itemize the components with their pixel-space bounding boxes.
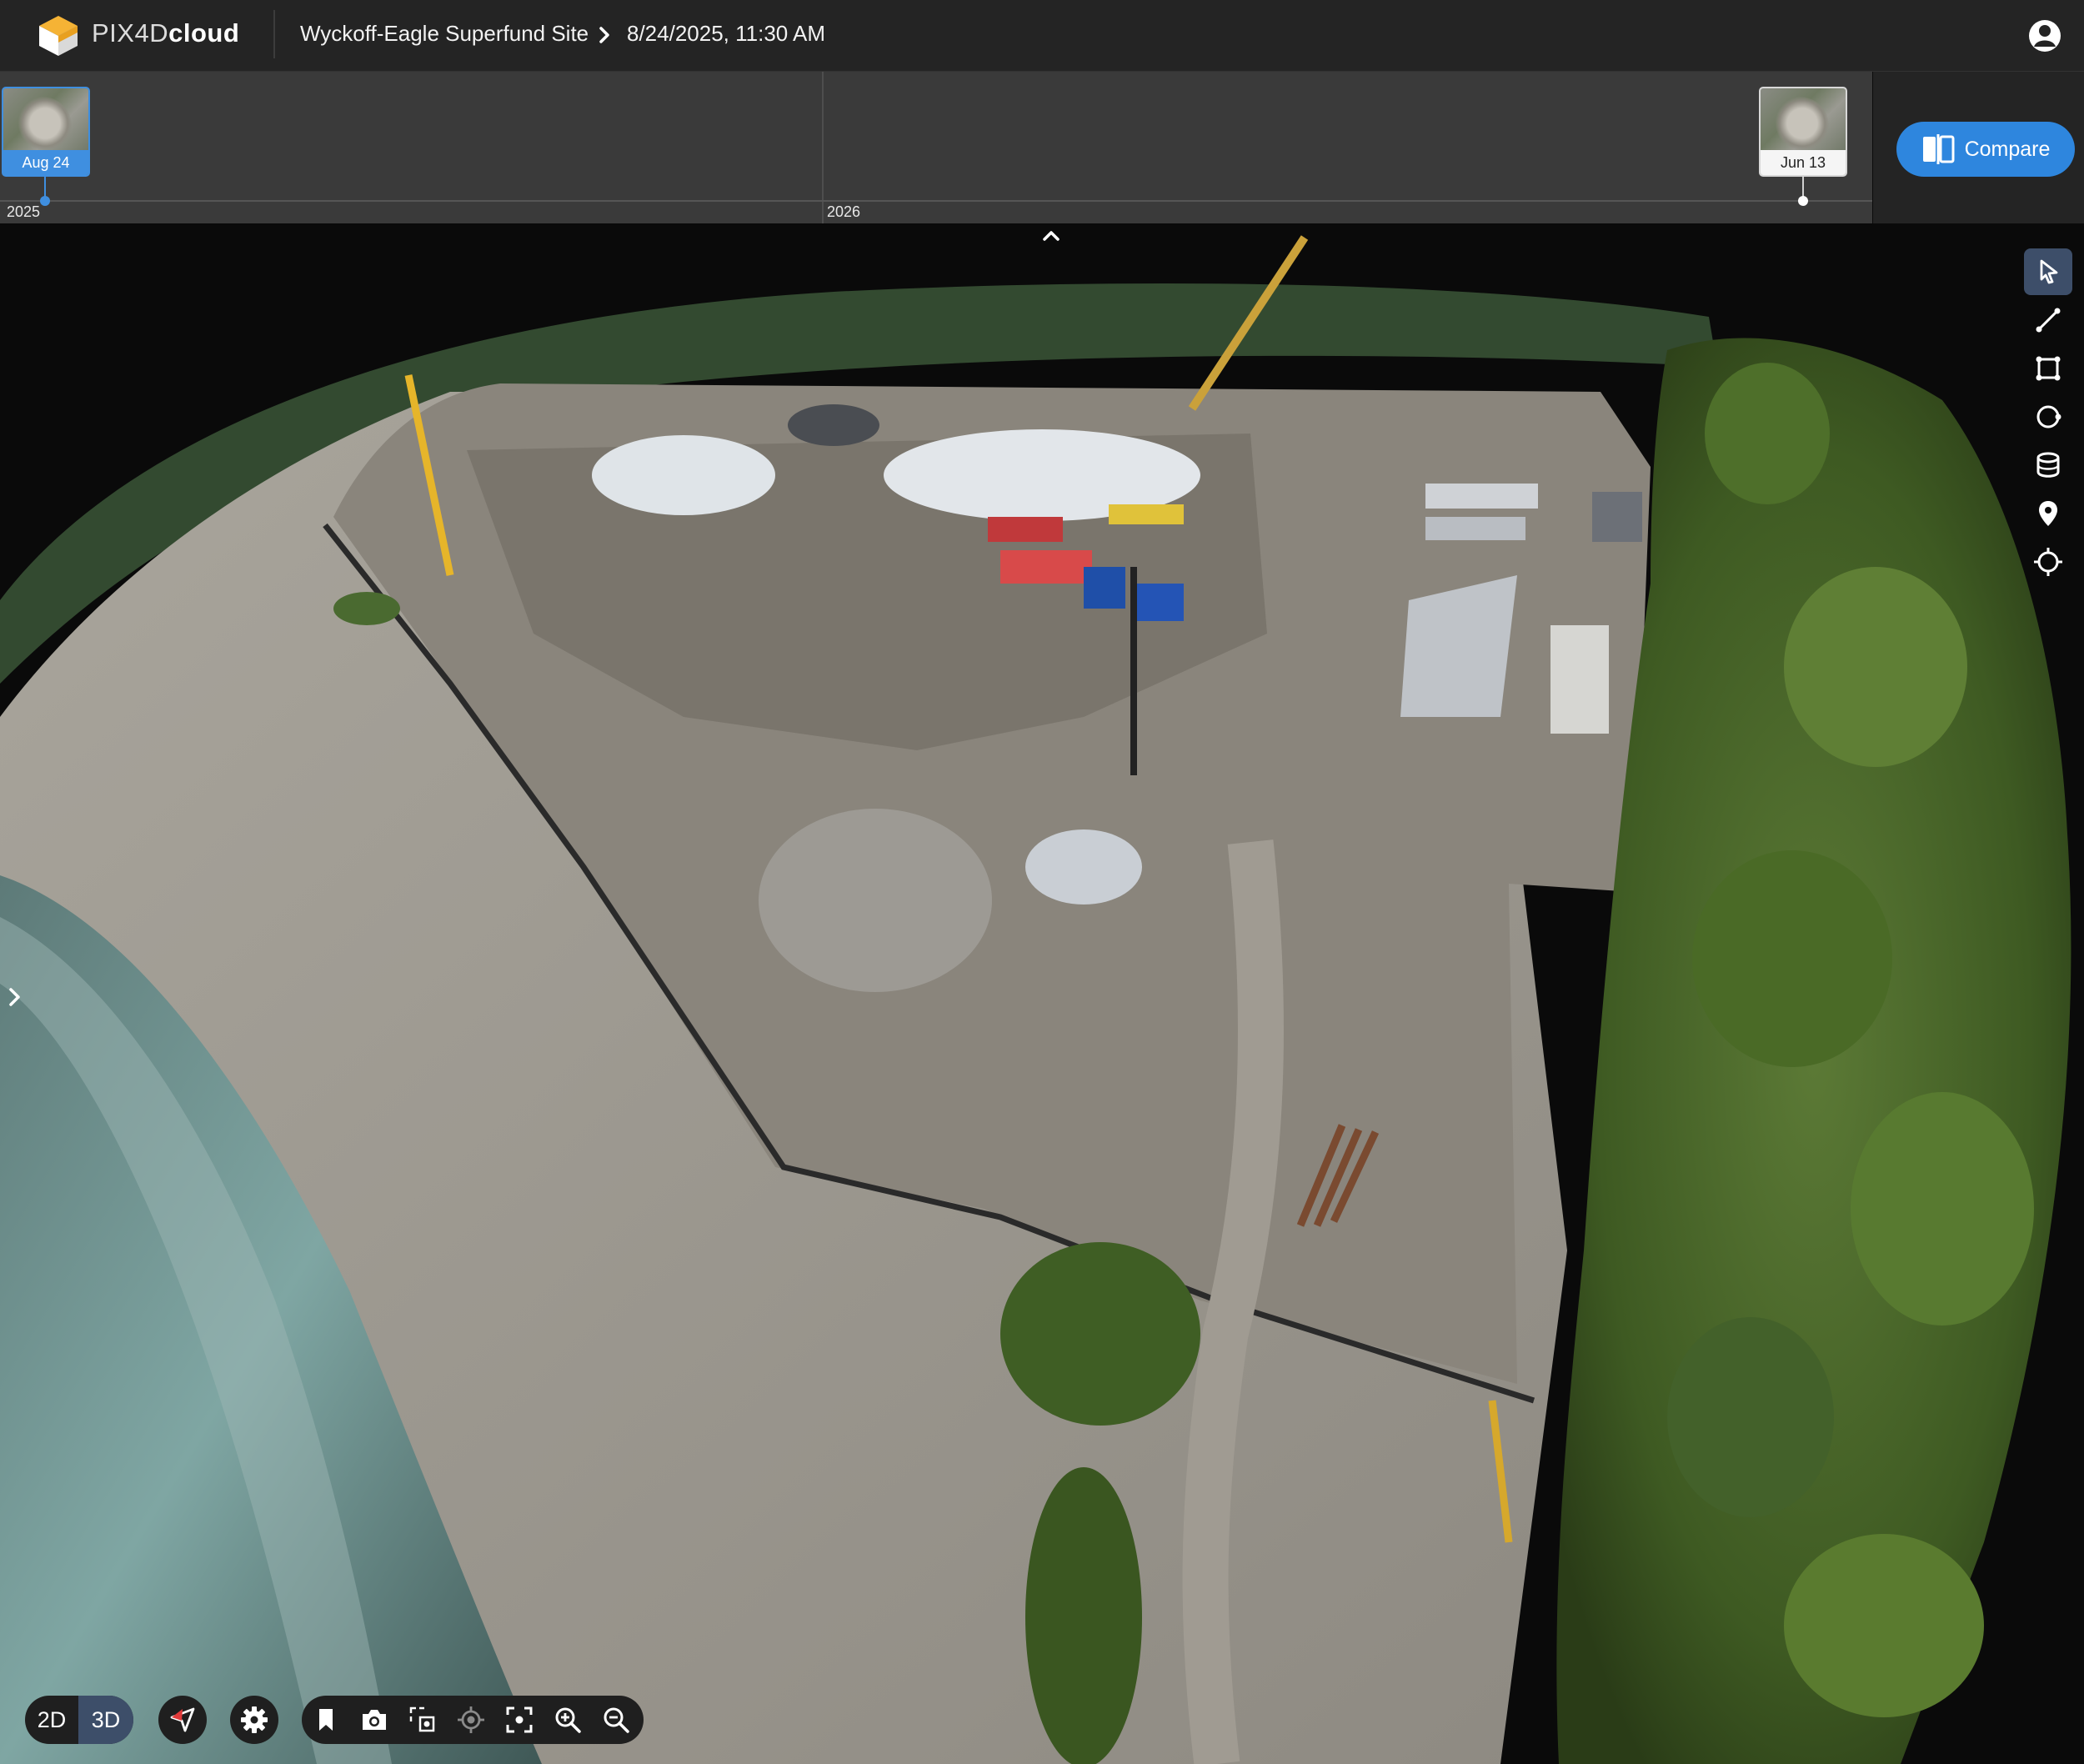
breadcrumb-project[interactable]: Wyckoff-Eagle Superfund Site — [300, 21, 589, 47]
expand-panel-icon[interactable] — [3, 984, 27, 1010]
capture-marker[interactable] — [1798, 196, 1808, 206]
polyline-icon — [2036, 308, 2061, 333]
view-2d-button[interactable]: 2D — [25, 1696, 78, 1744]
camera-icon — [363, 1710, 386, 1730]
select-tool[interactable] — [2024, 248, 2072, 295]
timeline-year-2026: 2026 — [827, 203, 861, 220]
polyline-tool[interactable] — [2024, 297, 2072, 343]
top-bar: PIX4Dcloud Wyckoff-Eagle Superfund Site … — [0, 0, 2084, 72]
locate-button[interactable] — [447, 1696, 495, 1744]
volume-tool[interactable] — [2024, 442, 2072, 489]
pix4d-logo-icon[interactable] — [38, 14, 79, 58]
marker-tool[interactable] — [2024, 490, 2072, 537]
navigate-icon — [170, 1707, 195, 1732]
site-3d-model[interactable] — [0, 223, 2084, 1764]
brand-light: PIX4D — [92, 18, 169, 48]
breadcrumb-dataset[interactable]: 8/24/2025, 11:30 AM — [627, 21, 825, 47]
compare-label: Compare — [1964, 137, 2051, 161]
view-3d-button[interactable]: 3D — [78, 1696, 133, 1744]
zoom-out-icon — [604, 1707, 629, 1733]
capture-thumbnail-jun-13[interactable]: Jun 13 — [1759, 87, 1847, 177]
marker-icon — [2039, 501, 2057, 526]
zoom-out-button[interactable] — [592, 1696, 640, 1744]
crosshair-icon — [2034, 548, 2062, 576]
capture-date-label: Aug 24 — [3, 150, 88, 175]
capture-date-label: Jun 13 — [1761, 150, 1846, 175]
brand-bold: cloud — [168, 18, 240, 48]
screenshot-button[interactable] — [350, 1696, 398, 1744]
collapse-timeline-icon[interactable] — [1040, 227, 1062, 245]
polygon-icon — [2036, 356, 2061, 381]
navigation-control — [158, 1696, 207, 1744]
measurement-toolbar — [2024, 248, 2076, 587]
navigate-button[interactable] — [158, 1696, 207, 1744]
view-mode-toggle: 2D 3D — [25, 1696, 133, 1744]
zoom-in-icon — [555, 1707, 581, 1733]
bookmark-button[interactable] — [302, 1696, 350, 1744]
timeline[interactable]: 2025 2026 Aug 24 Jun 13 — [0, 72, 1872, 223]
chevron-right-icon — [599, 27, 609, 43]
focus-icon — [506, 1706, 533, 1733]
focus-button[interactable] — [495, 1696, 544, 1744]
circle-tool[interactable] — [2024, 393, 2072, 440]
timeline-year-2025: 2025 — [7, 203, 41, 220]
view-tools-group — [302, 1696, 644, 1744]
compare-button[interactable]: Compare — [1896, 122, 2075, 177]
map-viewport[interactable] — [0, 223, 2084, 1764]
capture-thumbnail-aug-24[interactable]: Aug 24 — [2, 87, 90, 177]
settings-control — [230, 1696, 278, 1744]
crosshair-tool[interactable] — [2024, 539, 2072, 585]
fit-view-icon — [409, 1706, 435, 1732]
fit-view-button[interactable] — [398, 1696, 447, 1744]
capture-marker[interactable] — [40, 196, 50, 206]
account-icon[interactable] — [2027, 18, 2062, 53]
settings-button[interactable] — [230, 1696, 278, 1744]
select-icon — [2040, 259, 2058, 284]
locate-icon — [458, 1706, 484, 1733]
circle-icon — [2036, 405, 2061, 428]
bookmark-icon — [319, 1709, 333, 1731]
settings-icon — [241, 1706, 268, 1733]
timeline-axis — [0, 200, 1872, 202]
zoom-in-button[interactable] — [544, 1696, 592, 1744]
compare-icon — [1922, 134, 1955, 164]
app-brand[interactable]: PIX4Dcloud — [92, 18, 239, 48]
polygon-tool[interactable] — [2024, 345, 2072, 392]
header-divider — [273, 10, 275, 58]
volume-icon — [2036, 452, 2060, 478]
